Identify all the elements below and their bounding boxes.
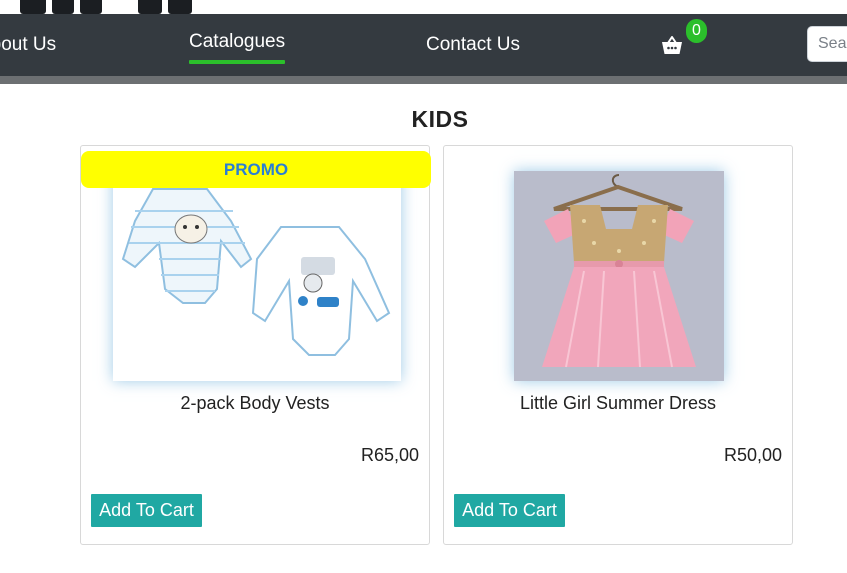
navbar: About Us Catalogues Contact Us 0	[0, 14, 847, 84]
product-price: R50,00	[723, 445, 782, 465]
cart-count-badge: 0	[686, 19, 707, 43]
section-title: KIDS	[411, 106, 469, 133]
search-input[interactable]	[807, 26, 847, 62]
product-price: R65,00	[360, 445, 419, 465]
add-to-cart-button[interactable]: Add To Cart	[454, 494, 565, 527]
nav-catalogues[interactable]: Catalogues	[189, 31, 286, 64]
add-to-cart-button[interactable]: Add To Cart	[91, 494, 202, 527]
cropped-site-heading	[0, 0, 847, 14]
nav-catalogues-label: Catalogues	[189, 31, 286, 52]
basket-icon[interactable]	[660, 33, 684, 57]
product-name[interactable]: 2-pack Body Vests	[81, 393, 429, 414]
product-image-body-vests[interactable]	[113, 171, 401, 381]
promo-badge: PROMO	[81, 151, 431, 188]
product-card: PROMO 2-pack Body Vests R65,00 Add To Ca…	[80, 145, 431, 545]
product-image-summer-dress[interactable]	[514, 171, 724, 381]
nav-contact-us[interactable]: Contact Us	[426, 34, 520, 56]
nav-about-us[interactable]: About Us	[0, 34, 56, 56]
product-name[interactable]: Little Girl Summer Dress	[444, 393, 792, 414]
product-card: Little Girl Summer Dress R50,00 Add To C…	[443, 145, 793, 545]
active-tab-underline	[189, 60, 286, 64]
navbar-bottom-border	[0, 76, 847, 84]
